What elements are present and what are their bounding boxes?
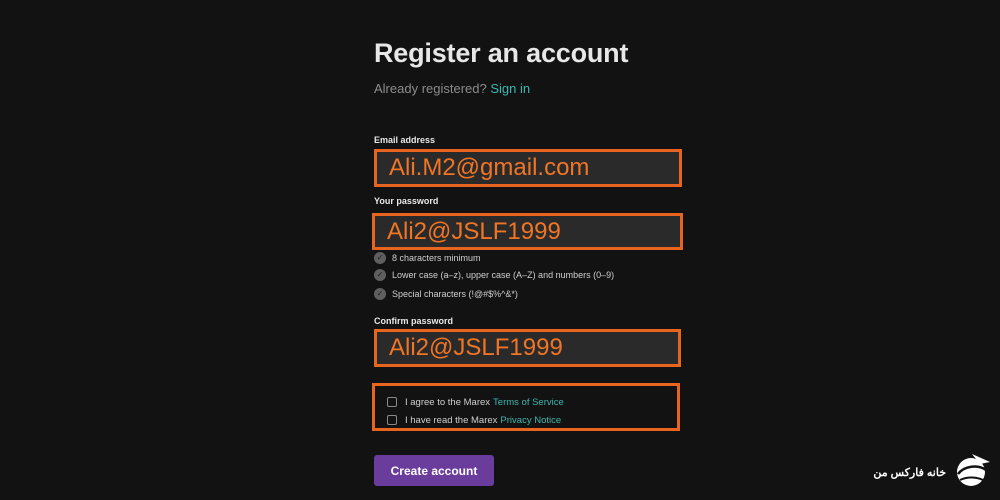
sign-in-link[interactable]: Sign in bbox=[490, 81, 530, 96]
confirm-password-field-value: Ali2@JSLF1999 bbox=[389, 334, 563, 361]
privacy-checkbox[interactable] bbox=[387, 415, 397, 425]
password-rule-text: 8 characters minimum bbox=[392, 252, 481, 263]
terms-agreement-row: I agree to the Marex Terms of Service bbox=[387, 395, 564, 409]
watermark-text: خانه فارکس من bbox=[873, 467, 946, 479]
globe-plane-icon bbox=[957, 454, 990, 486]
password-rule-special: ✓ Special characters (!@#$%^&*) bbox=[374, 287, 518, 300]
sign-in-prompt: Already registered? Sign in bbox=[374, 81, 530, 96]
confirm-password-field[interactable]: Ali2@JSLF1999 bbox=[374, 329, 681, 367]
password-label: Your password bbox=[374, 196, 439, 206]
check-circle-icon: ✓ bbox=[374, 268, 386, 281]
register-form: Register an account Already registered? … bbox=[372, 0, 684, 500]
check-circle-icon: ✓ bbox=[374, 251, 386, 264]
email-label: Email address bbox=[374, 135, 436, 145]
terms-agreement-text: I agree to the Marex bbox=[405, 396, 491, 408]
email-field-value: Ali.M2@gmail.com bbox=[389, 154, 590, 181]
confirm-password-label: Confirm password bbox=[374, 316, 454, 326]
privacy-notice-link[interactable]: Privacy Notice bbox=[500, 415, 561, 426]
check-circle-icon: ✓ bbox=[374, 287, 386, 300]
email-field[interactable]: Ali.M2@gmail.com bbox=[374, 149, 682, 187]
password-field[interactable]: Ali2@JSLF1999 bbox=[372, 213, 683, 250]
page-title: Register an account bbox=[374, 38, 629, 68]
watermark: خانه فارکس من bbox=[873, 450, 995, 495]
sign-in-prompt-text: Already registered? bbox=[374, 81, 487, 96]
password-field-value: Ali2@JSLF1999 bbox=[387, 217, 561, 245]
terms-of-service-link[interactable]: Terms of Service bbox=[493, 397, 564, 408]
password-rule-text: Lower case (a–z), upper case (A–Z) and n… bbox=[392, 269, 615, 280]
agreements-group: I agree to the Marex Terms of Service I … bbox=[372, 383, 680, 431]
privacy-agreement-row: I have read the Marex Privacy Notice bbox=[387, 413, 561, 427]
privacy-agreement-text: I have read the Marex bbox=[405, 414, 498, 426]
terms-checkbox[interactable] bbox=[387, 397, 397, 407]
create-account-button[interactable]: Create account bbox=[374, 455, 494, 486]
password-rule-length: ✓ 8 characters minimum bbox=[374, 251, 481, 264]
password-rule-text: Special characters (!@#$%^&*) bbox=[392, 288, 518, 299]
password-rule-case: ✓ Lower case (a–z), upper case (A–Z) and… bbox=[374, 268, 614, 281]
